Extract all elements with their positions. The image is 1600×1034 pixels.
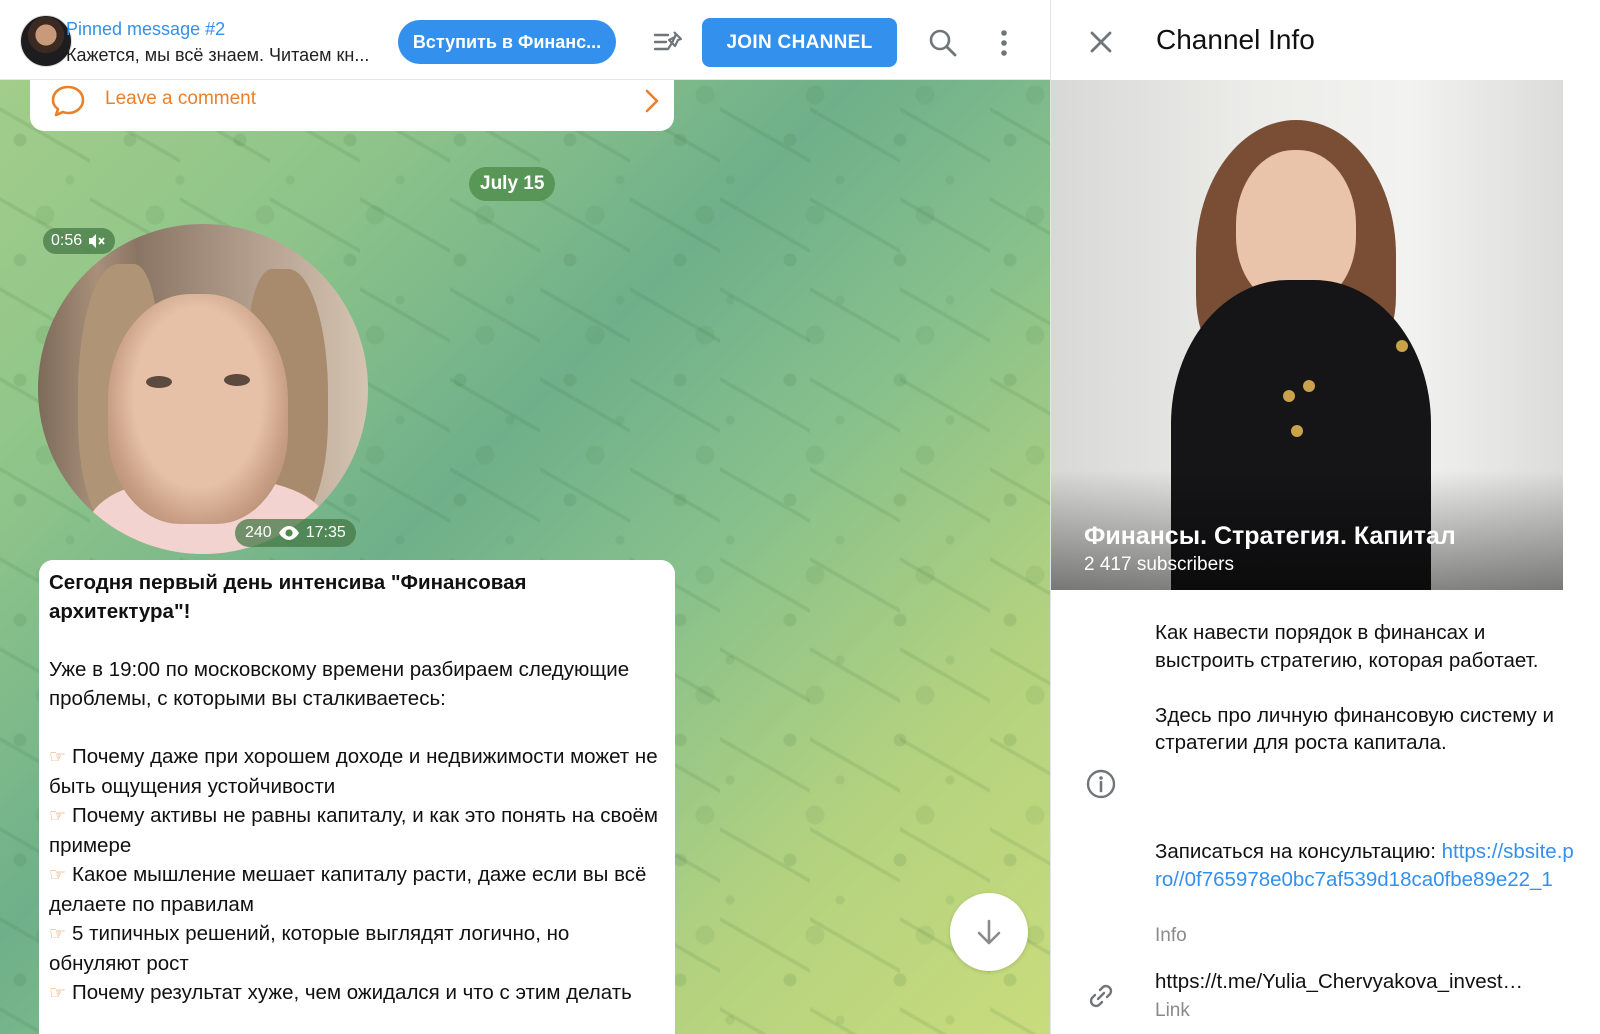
subscriber-count: 2 417 subscribers — [1084, 554, 1234, 575]
pointing-hand-icon: ☞ — [49, 747, 67, 768]
description-paragraph-2: Здесь про личную финансовую систему и ст… — [1155, 703, 1554, 755]
pointing-hand-icon: ☞ — [49, 865, 67, 886]
scroll-to-bottom-button[interactable] — [950, 893, 1028, 971]
pointing-hand-icon: ☞ — [49, 806, 67, 827]
close-button[interactable] — [1085, 26, 1117, 58]
channel-info-title: Channel Info — [1156, 24, 1315, 55]
search-button[interactable] — [925, 25, 961, 61]
pinned-message-title[interactable]: Pinned message #2 — [66, 19, 225, 40]
chat-header: Pinned message #2 Кажется, мы всё знаем.… — [0, 0, 1050, 80]
search-icon — [929, 29, 957, 57]
pointing-hand-icon: ☞ — [49, 983, 67, 1004]
channel-cover-photo[interactable] — [1051, 80, 1563, 590]
message-intro: Уже в 19:00 по московскому времени разби… — [49, 658, 630, 710]
chevron-right-icon — [645, 89, 659, 113]
description-paragraph-1: Как навести порядок в финансах и выстрои… — [1155, 621, 1539, 672]
eye-icon — [278, 526, 299, 540]
chat-area: Leave a comment July 15 0:56 240 17:35 С… — [0, 0, 1050, 1034]
info-label: Info — [1155, 925, 1187, 946]
more-vertical-icon — [1001, 30, 1007, 56]
video-thumbnail — [38, 224, 368, 554]
link-label: Link — [1155, 1000, 1190, 1021]
video-duration-text: 0:56 — [51, 232, 83, 249]
info-icon — [1086, 769, 1116, 799]
video-meta: 240 17:35 — [235, 519, 356, 547]
channel-info-header: Channel Info — [1051, 0, 1600, 80]
message-bullet: ☞ 5 типичных решений, которые выглядят ло… — [49, 922, 570, 975]
video-time: 17:35 — [305, 524, 346, 541]
unpin-list-icon — [653, 31, 683, 51]
join-channel-button[interactable]: JOIN CHANNEL — [702, 18, 897, 67]
message-bullet: ☞ Какое мышление мешает капиталу расти, д… — [49, 863, 647, 916]
video-duration: 0:56 — [43, 228, 116, 254]
message-headline: Сегодня первый день интенсива "Финансова… — [49, 571, 527, 623]
speaker-muted-icon — [89, 234, 105, 248]
pinned-list-button[interactable] — [650, 25, 688, 59]
channel-description: Как навести порядок в финансах и выстрои… — [1155, 619, 1575, 784]
message-bubble: Сегодня первый день интенсива "Финансова… — [39, 560, 675, 1034]
views-count: 240 — [245, 524, 272, 541]
pinned-avatar — [20, 15, 72, 67]
more-menu-button[interactable] — [990, 25, 1018, 61]
consultation-prefix: Записаться на консультацию: — [1155, 840, 1442, 863]
arrow-down-icon — [977, 919, 1001, 945]
join-finance-button[interactable]: Вступить в Финанс... — [398, 20, 616, 64]
comment-bubble-icon — [51, 85, 85, 117]
leave-comment-bar[interactable]: Leave a comment — [30, 80, 674, 131]
message-bullet: ☞ Почему результат хуже, чем ожидался и ч… — [49, 978, 665, 1008]
leave-comment-label: Leave a comment — [105, 88, 257, 109]
message-bullet: ☞ Почему активы не равны капиталу, и как … — [49, 804, 658, 857]
channel-link[interactable]: https://t.me/Yulia_Chervyakova_investmen… — [1155, 970, 1540, 994]
message-bullet: ☞ Почему даже при хорошем доходе и недвиж… — [49, 745, 658, 798]
date-separator: July 15 — [469, 167, 556, 201]
pinned-message-text[interactable]: Кажется, мы всё знаем. Читаем кн... — [66, 45, 369, 66]
close-icon — [1090, 31, 1112, 53]
link-icon — [1089, 984, 1113, 1008]
video-message[interactable]: 0:56 240 17:35 — [38, 224, 368, 554]
channel-name: Финансы. Стратегия. Капитал — [1084, 522, 1456, 550]
consultation-line: Записаться на консультацию: https://sbsi… — [1155, 838, 1575, 893]
pointing-hand-icon: ☞ — [49, 924, 67, 945]
channel-info-panel: Channel Info Финансы. Стратегия. Капитал… — [1050, 0, 1600, 1034]
